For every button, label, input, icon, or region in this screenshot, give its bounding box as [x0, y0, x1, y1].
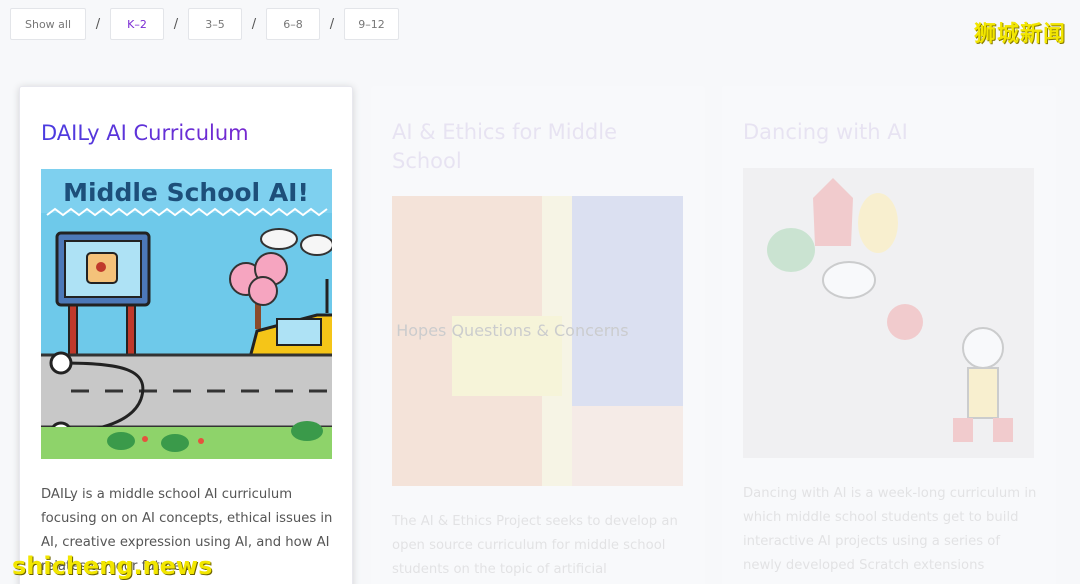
filter-separator: / — [173, 16, 179, 32]
curriculum-card-ai-ethics[interactable]: AI & Ethics for Middle School AI Hopes Q… — [371, 86, 705, 584]
dancing-illustration — [743, 168, 1034, 458]
card-image-middle-school-ai[interactable]: Middle School AI! — [41, 169, 332, 459]
sticky-notes-photo: AI Hopes Questions & Concerns — [392, 196, 683, 486]
curriculum-card-daily[interactable]: DAILy AI Curriculum Middle School AI! DA… — [19, 86, 353, 584]
filter-3-5-button[interactable]: 3–5 — [188, 8, 242, 40]
illustration-title: Middle School AI! — [63, 178, 309, 207]
filter-9-12-button[interactable]: 9–12 — [344, 8, 399, 40]
middle-school-ai-illustration: Middle School AI! — [41, 169, 332, 459]
card-image-dancing[interactable] — [743, 168, 1034, 458]
curriculum-card-dancing-ai[interactable]: Dancing with AI Dancing with AI is a wee… — [722, 86, 1056, 584]
grade-filter-bar: Show all / K–2 / 3–5 / 6–8 / 9–12 — [10, 8, 399, 40]
filter-k2-button[interactable]: K–2 — [110, 8, 164, 40]
card-image-sticky-notes[interactable]: AI Hopes Questions & Concerns — [392, 196, 683, 486]
card-title[interactable]: AI & Ethics for Middle School — [392, 118, 692, 176]
card-description: The AI & Ethics Project seeks to develop… — [392, 514, 678, 577]
filter-separator: / — [329, 16, 335, 32]
filter-show-all-button[interactable]: Show all — [10, 8, 86, 40]
card-title[interactable]: DAILy AI Curriculum — [41, 119, 341, 148]
watermark-logo: 狮城新闻 — [973, 22, 1066, 47]
filter-separator: / — [95, 16, 101, 32]
sticky-note-text: AI Hopes Questions & Concerns — [392, 321, 629, 340]
watermark-url: shicheng.news — [12, 552, 213, 580]
filter-6-8-button[interactable]: 6–8 — [266, 8, 320, 40]
card-description: Dancing with AI is a week-long curriculu… — [743, 486, 1037, 573]
filter-separator: / — [251, 16, 257, 32]
card-title[interactable]: Dancing with AI — [743, 118, 1043, 147]
